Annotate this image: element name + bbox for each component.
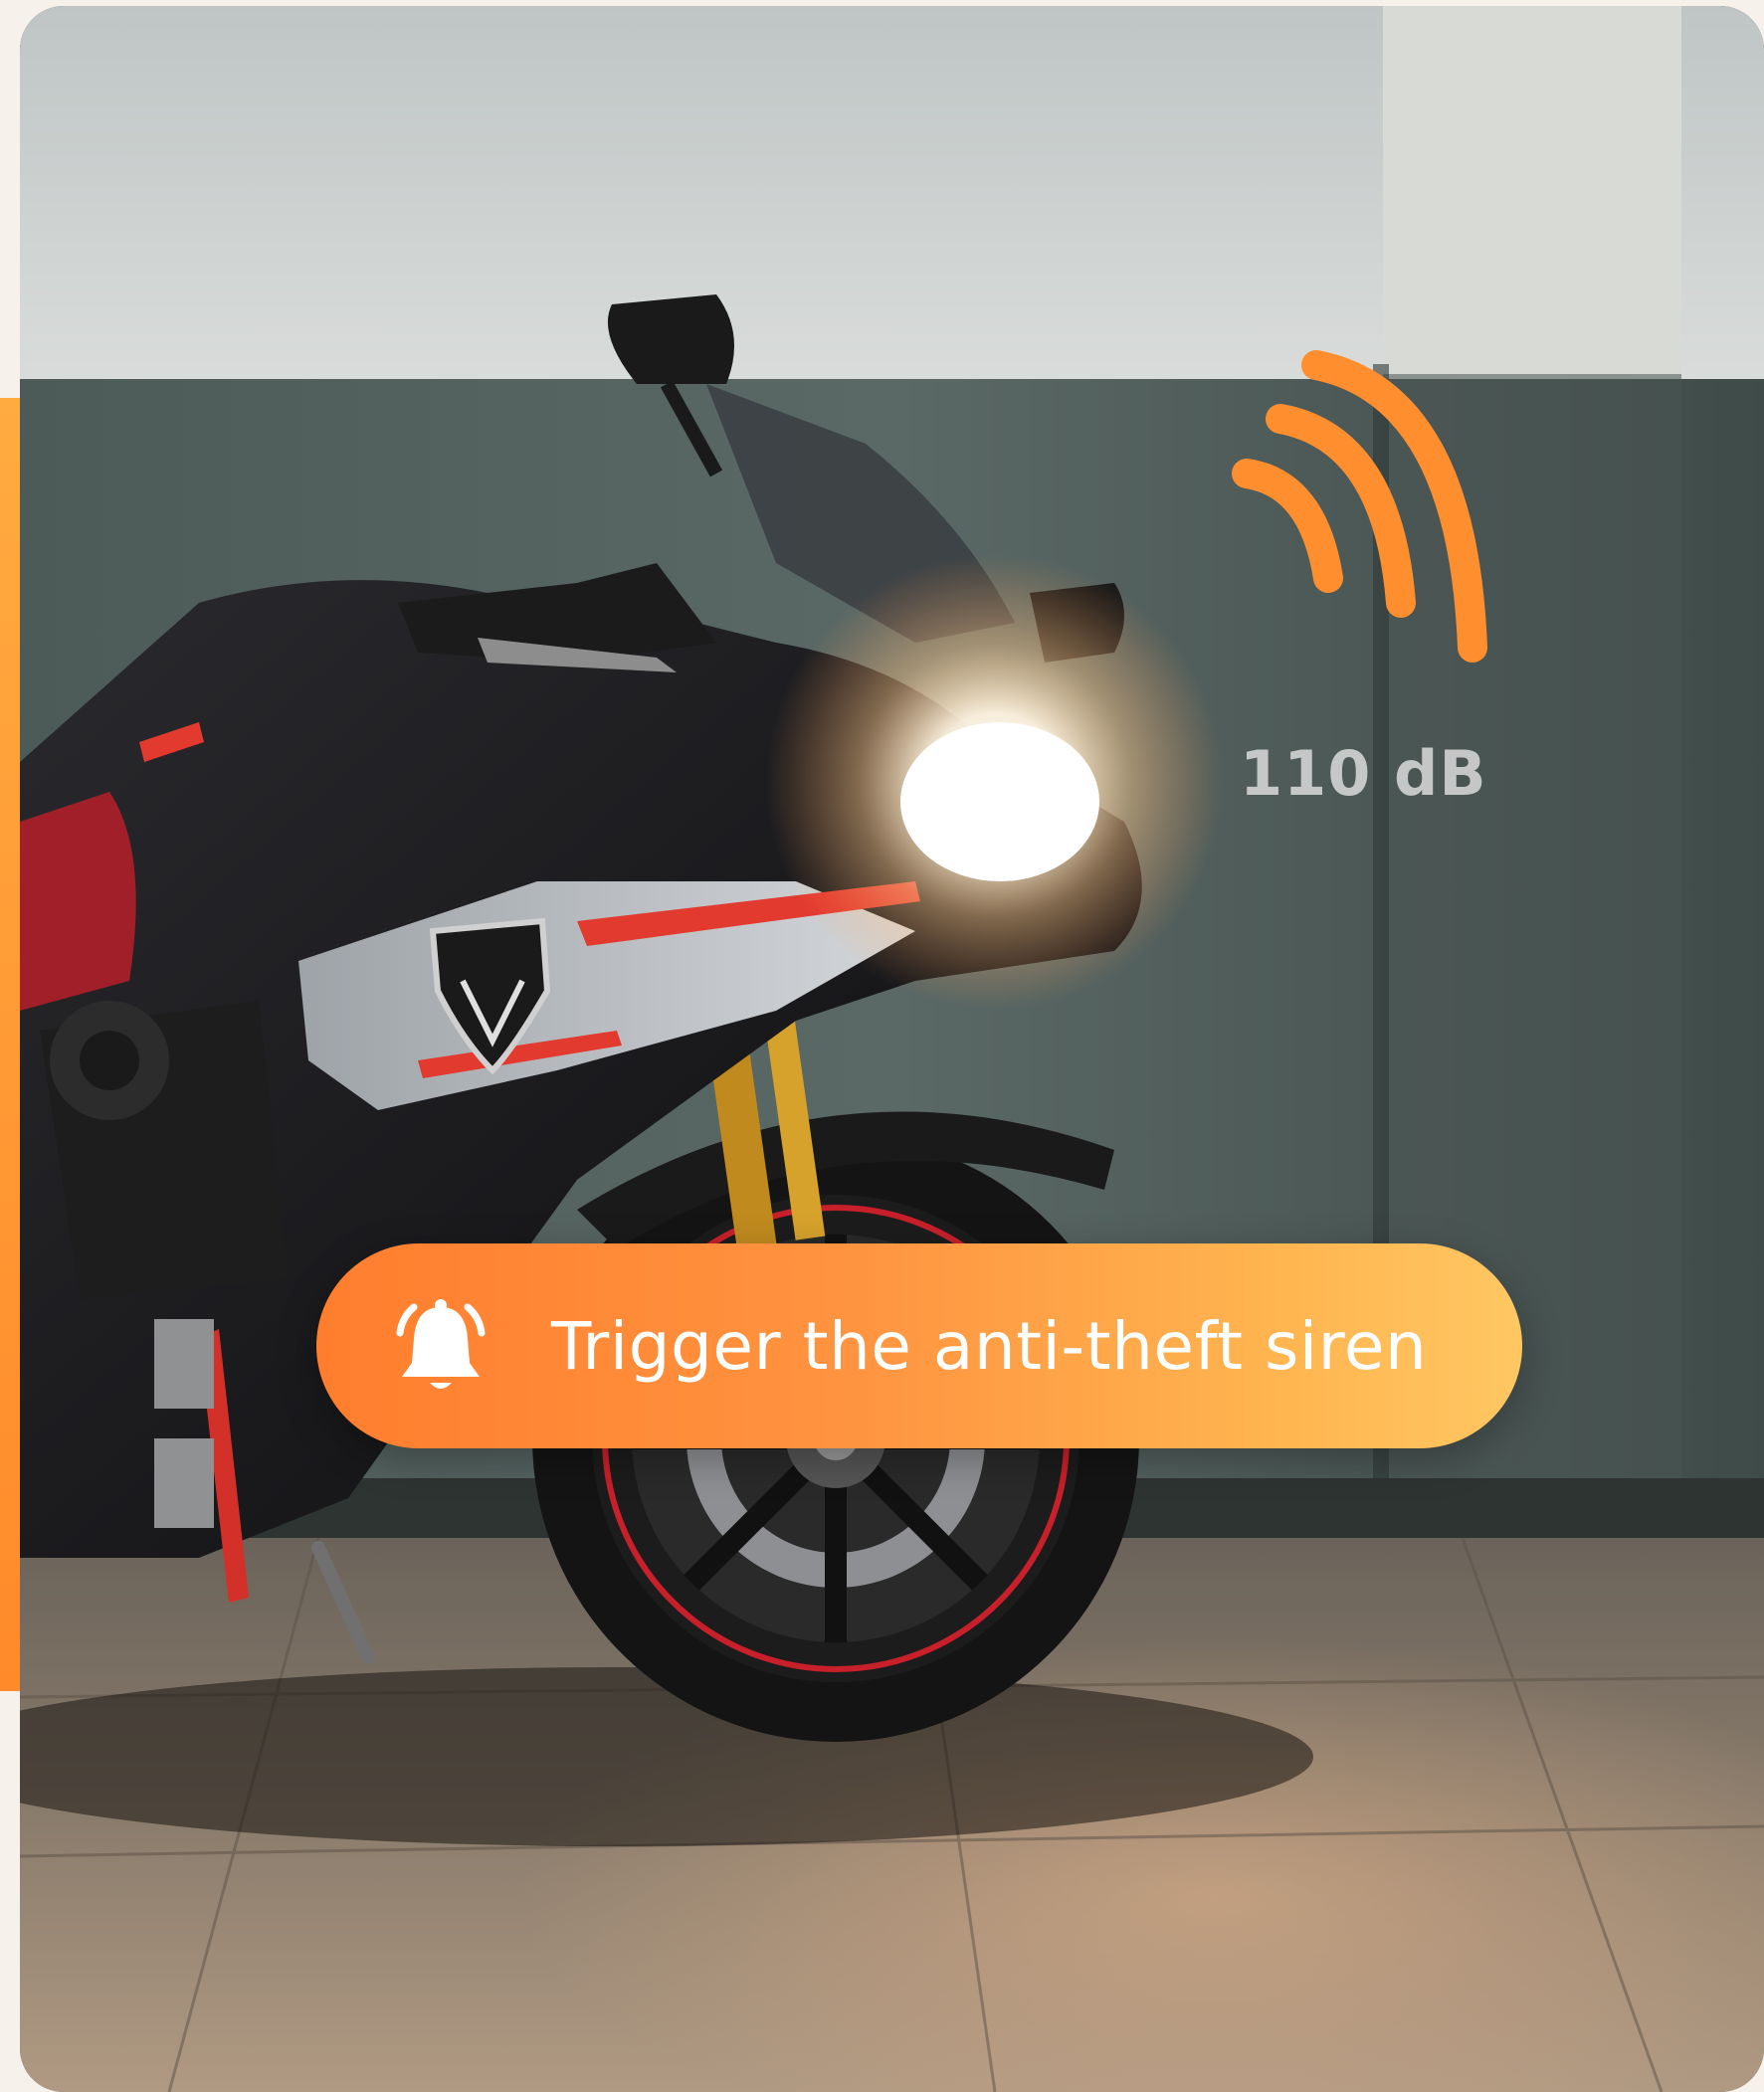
motorcycle-photo: 110 dB Trigger the anti-theft siren bbox=[20, 6, 1764, 2092]
siren-button-label: Trigger the anti-theft siren bbox=[551, 1307, 1428, 1385]
trigger-siren-button[interactable]: Trigger the anti-theft siren bbox=[316, 1243, 1522, 1448]
bell-ringing-icon bbox=[396, 1299, 486, 1389]
sound-waves-icon bbox=[1232, 350, 1487, 663]
decibel-label: 110 dB bbox=[1240, 737, 1487, 810]
page: 110 dB Trigger the anti-theft siren bbox=[0, 0, 1764, 2092]
motorcycle-illustration bbox=[20, 6, 1764, 2092]
